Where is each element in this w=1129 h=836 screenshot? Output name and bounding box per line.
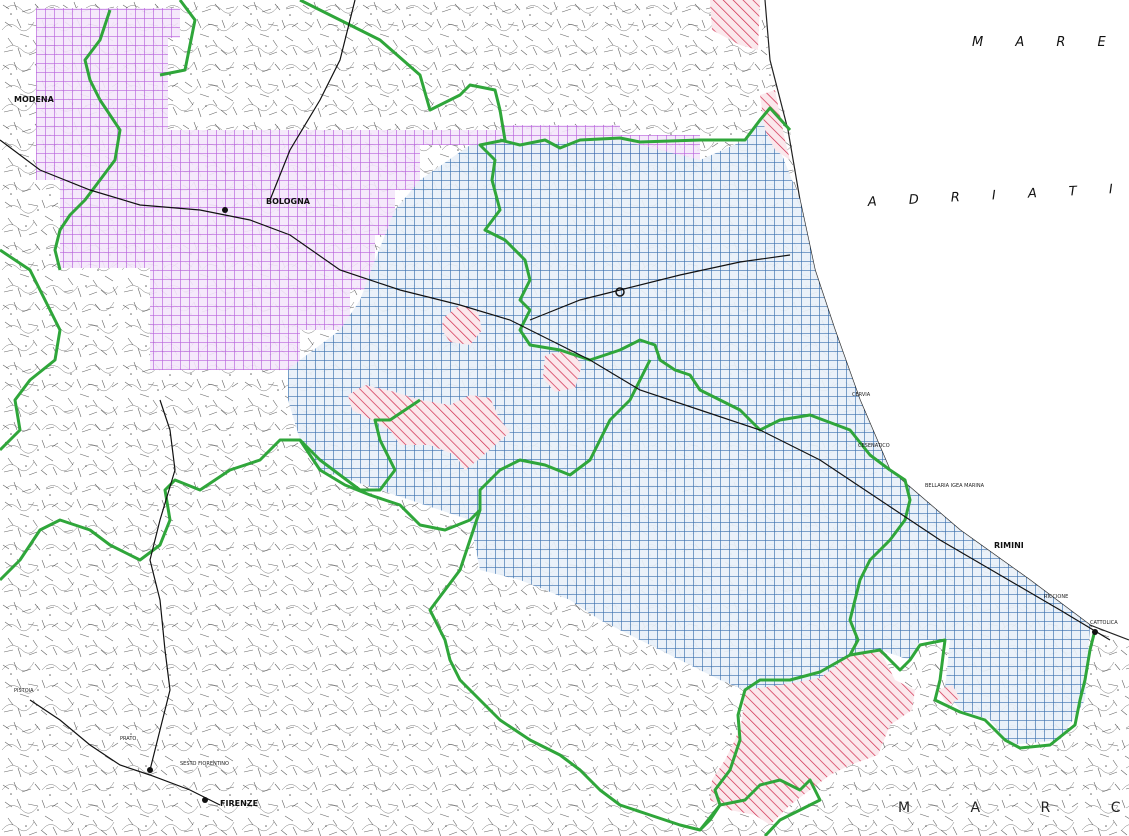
city-label-cervia: CERVIA — [852, 392, 871, 398]
city-label-sesto: SESTO FIORENTINO — [180, 761, 229, 767]
city-label-bologna: BOLOGNA — [266, 197, 311, 206]
city-label-bellaria: BELLARIA IGEA MARINA — [925, 483, 985, 489]
city-label-riccione: RICCIONE — [1044, 594, 1068, 600]
region-label-marche: M A R C H E — [898, 800, 1129, 816]
city-marker-cattolica — [1092, 629, 1098, 635]
sea-label-adriatico: A D R I A T I C O — [866, 177, 1129, 210]
map-canvas: M A R E A D R I A T I C O M A R C H E MO… — [0, 0, 1129, 836]
city-label-firenze: FIRENZE — [220, 799, 258, 808]
city-label-modena: MODENA — [14, 95, 55, 104]
sea-label-mare: M A R E — [972, 35, 1120, 50]
city-label-prato: PRATO — [120, 736, 136, 742]
city-label-pistoia: PISTOIA — [14, 688, 34, 694]
city-label-cattolica: CATTOLICA — [1090, 620, 1118, 626]
city-label-cesenatico: CESENATICO — [858, 443, 890, 449]
city-marker-firenze — [202, 797, 208, 803]
city-marker-bologna — [222, 207, 228, 213]
city-marker-prato — [147, 767, 153, 773]
map-svg: M A R E A D R I A T I C O M A R C H E MO… — [0, 0, 1129, 836]
city-label-rimini: RIMINI — [994, 541, 1024, 550]
